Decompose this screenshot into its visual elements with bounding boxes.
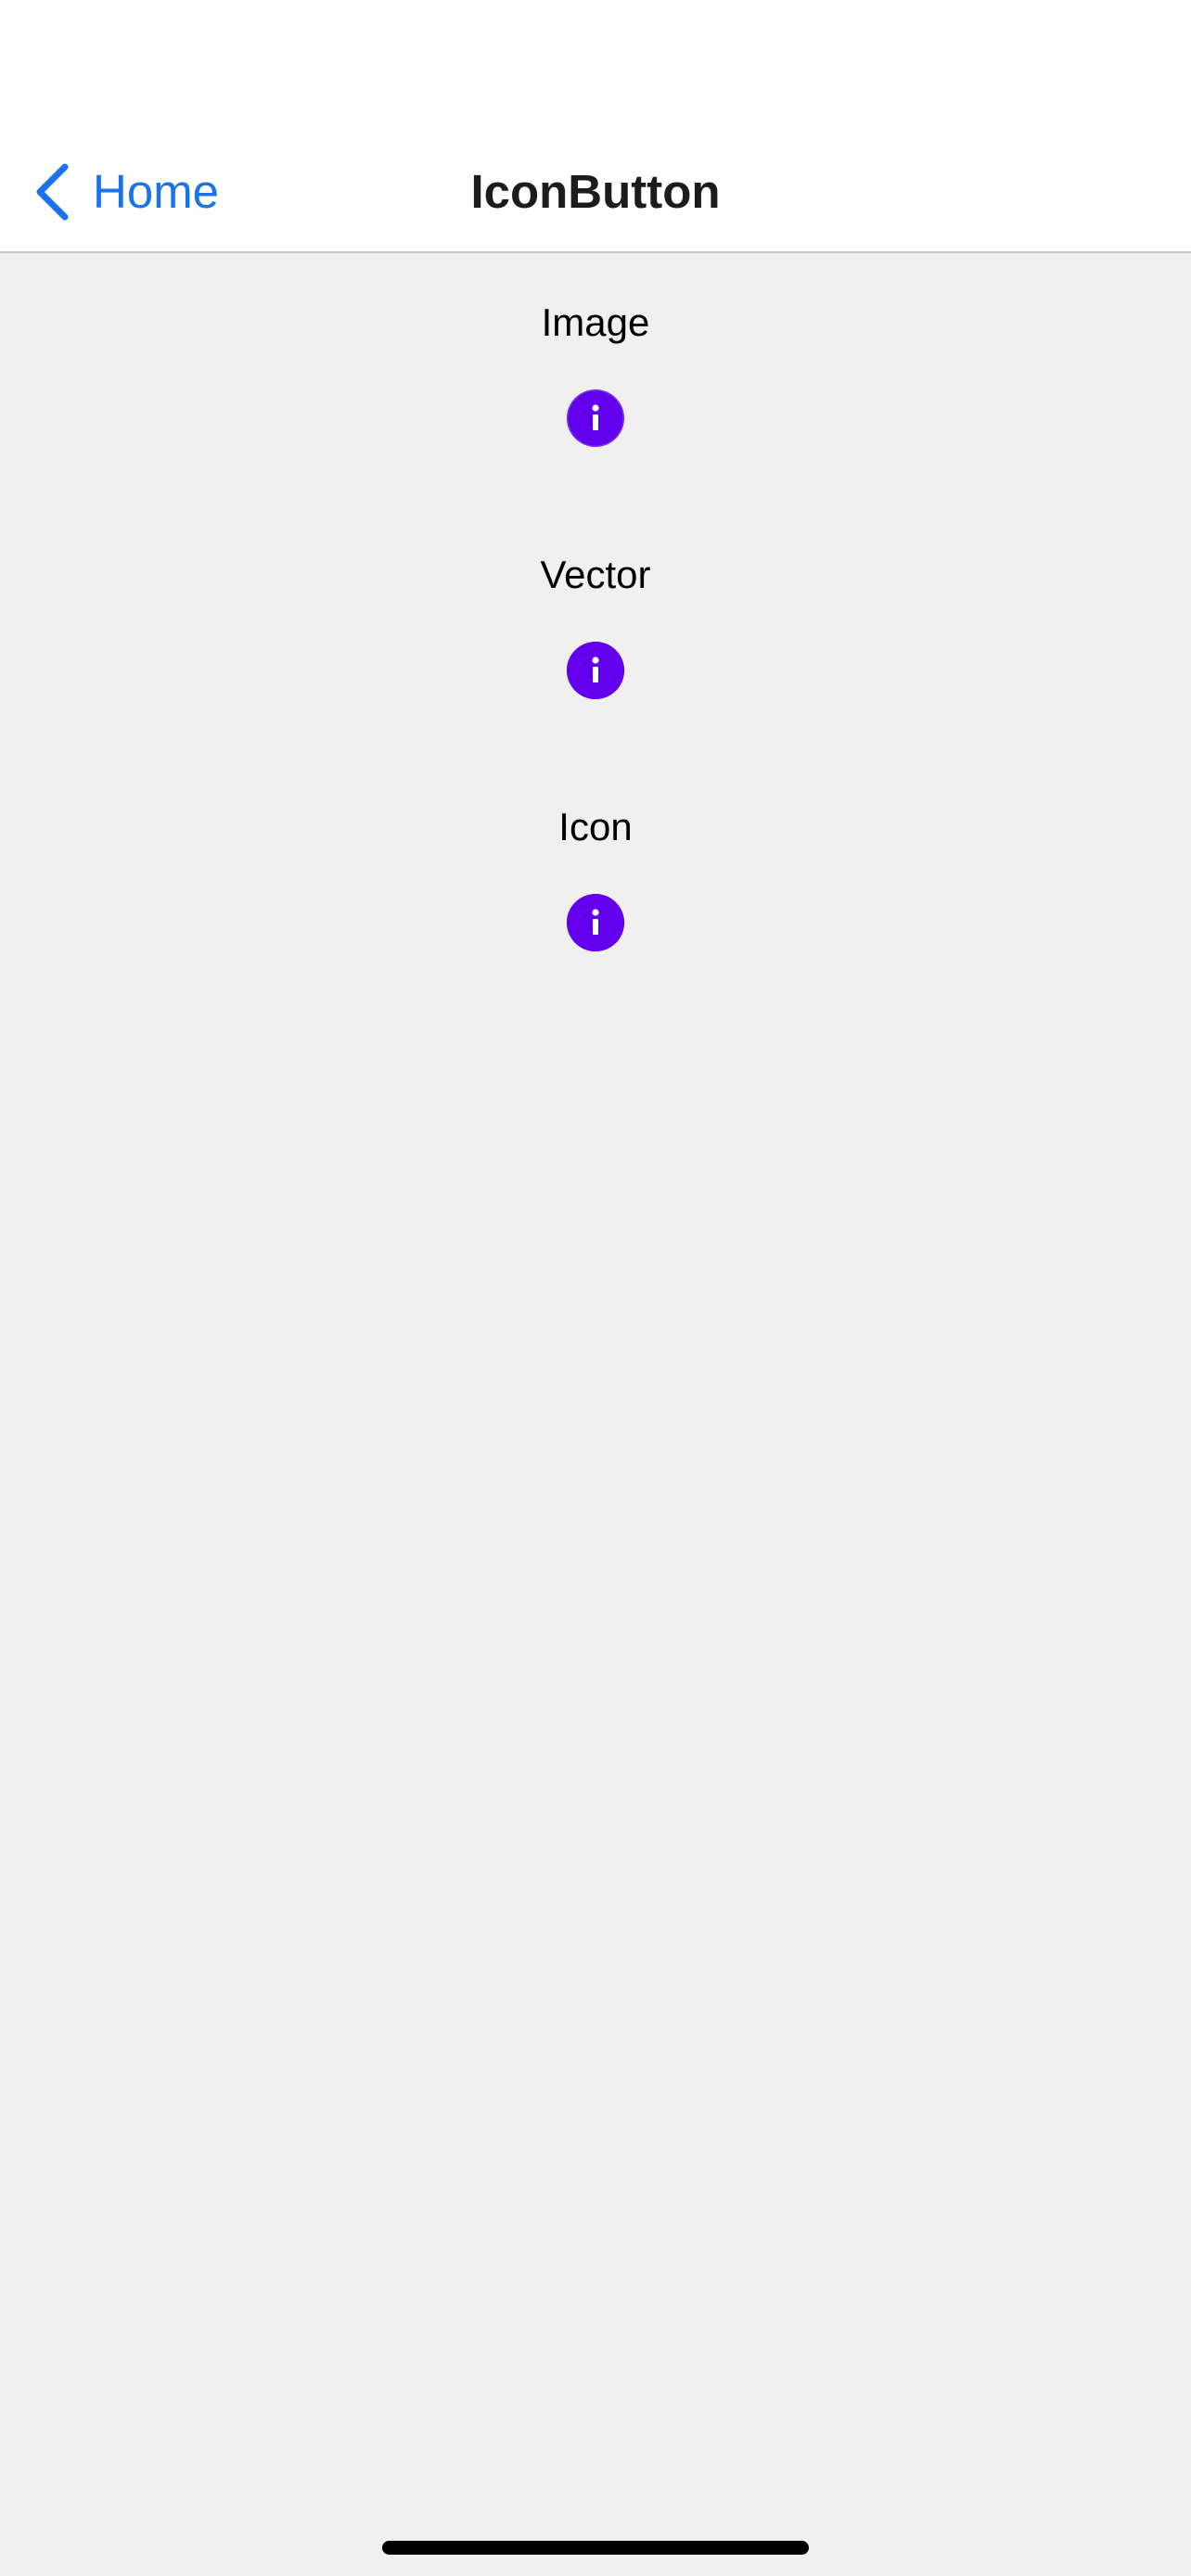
- screen: Home IconButton Image Vector Icon: [0, 0, 1191, 2576]
- section-label-icon: Icon: [558, 805, 633, 848]
- section-label-image: Image: [541, 300, 650, 344]
- navigation-bar: Home IconButton: [0, 0, 1191, 253]
- vector-icon-button[interactable]: [567, 642, 624, 699]
- image-icon-button[interactable]: [567, 389, 624, 447]
- icon-icon-button[interactable]: [567, 894, 624, 951]
- info-icon: [567, 894, 624, 951]
- home-indicator[interactable]: [382, 2541, 809, 2555]
- image-section: Image: [0, 295, 1191, 447]
- info-icon: [567, 389, 624, 447]
- icon-section: Icon: [0, 799, 1191, 951]
- vector-section: Vector: [0, 547, 1191, 699]
- section-label-vector: Vector: [540, 553, 651, 596]
- page-title: IconButton: [470, 165, 721, 218]
- info-icon: [567, 642, 624, 699]
